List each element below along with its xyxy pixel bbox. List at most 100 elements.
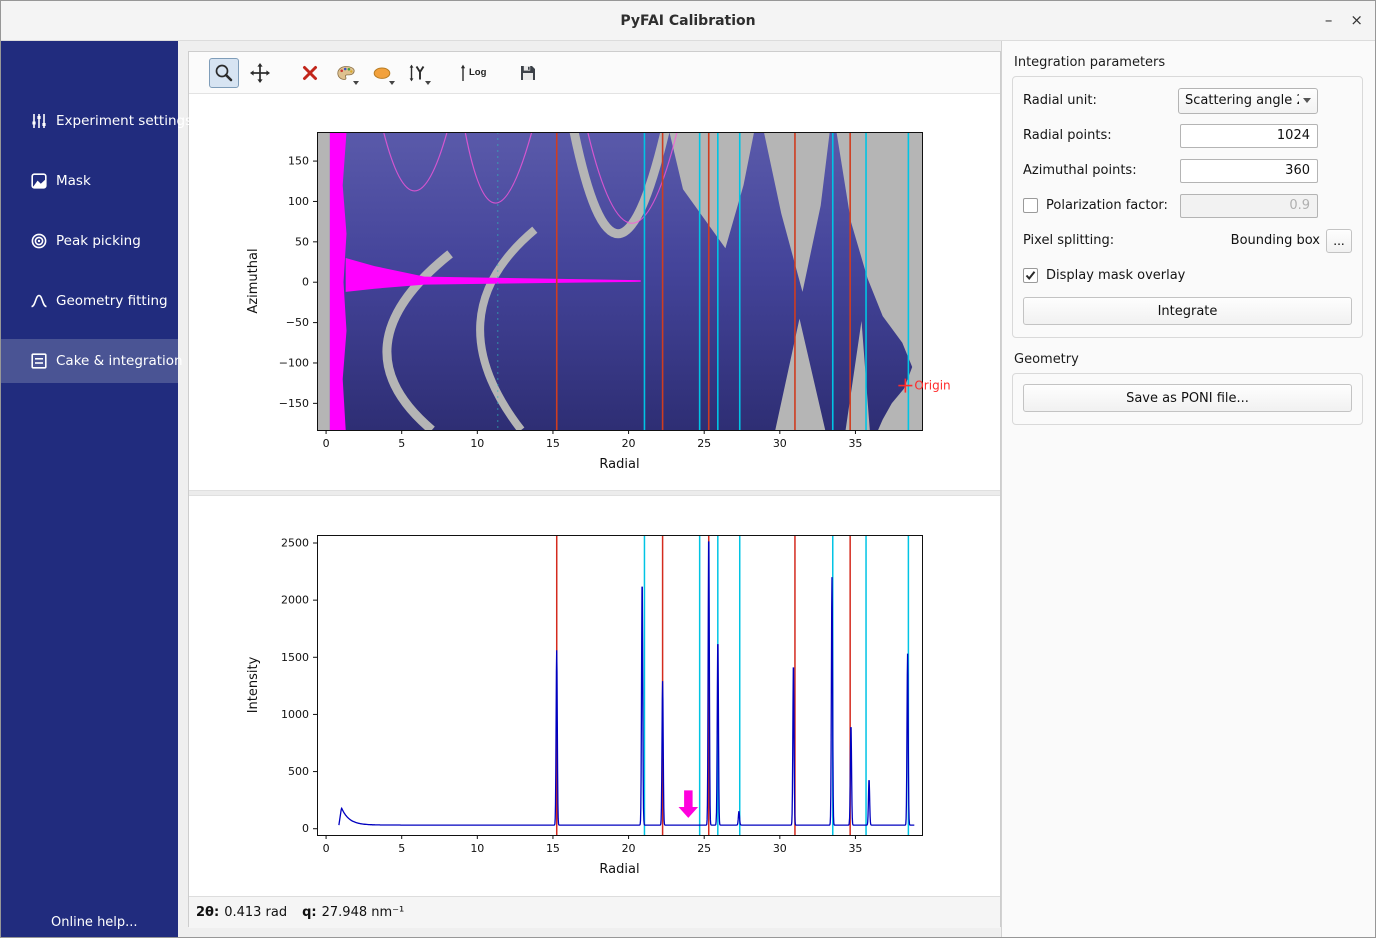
tth-value: 0.413 rad	[224, 905, 287, 920]
mask-overlay-row: Display mask overlay	[1023, 258, 1352, 293]
zoom-button[interactable]	[209, 58, 239, 88]
svg-text:2000: 2000	[281, 594, 309, 607]
svg-text:−50: −50	[286, 316, 309, 329]
log-scale-button[interactable]: Log	[451, 58, 493, 88]
sidebar-item-peak-picking[interactable]: Peak picking	[1, 219, 178, 263]
pan-icon	[249, 62, 271, 84]
check-icon	[1025, 270, 1036, 281]
svg-text:150: 150	[288, 155, 309, 168]
intensity-plot[interactable]: 0510152025303505001000150020002500Radial…	[189, 496, 1000, 896]
svg-text:Origin: Origin	[914, 379, 950, 393]
pyfai-window: PyFAI Calibration – × Experiment setting…	[0, 0, 1376, 938]
zoom-icon	[213, 62, 235, 84]
svg-text:30: 30	[773, 437, 787, 450]
svg-text:5: 5	[398, 842, 405, 855]
integration-parameters-title: Integration parameters	[1014, 55, 1363, 70]
svg-text:2500: 2500	[281, 537, 309, 550]
geometry-title: Geometry	[1014, 352, 1363, 367]
colormap-button[interactable]	[331, 58, 361, 88]
save-poni-button[interactable]: Save as PONI file...	[1023, 384, 1352, 412]
q-label: q:	[302, 905, 317, 920]
y-axis-options-button[interactable]	[403, 58, 433, 88]
svg-text:10: 10	[470, 437, 484, 450]
svg-text:100: 100	[288, 195, 309, 208]
title-bar: PyFAI Calibration – ×	[1, 1, 1375, 41]
svg-text:20: 20	[622, 842, 636, 855]
save-icon	[517, 62, 539, 84]
minimize-button[interactable]: –	[1325, 13, 1333, 28]
polarization-row: Polarization factor:	[1023, 188, 1352, 223]
svg-text:−150: −150	[279, 397, 309, 410]
chevron-down-icon	[1303, 98, 1311, 103]
mask-overlay-checkbox[interactable]	[1023, 268, 1038, 283]
radial-unit-value: Scattering angle 2	[1185, 93, 1299, 108]
sidebar-item-label: Mask	[56, 173, 91, 189]
window-controls: – ×	[1325, 1, 1363, 40]
window-title: PyFAI Calibration	[1, 13, 1375, 29]
chevron-down-icon	[353, 81, 359, 85]
mask-shape-button[interactable]	[367, 58, 397, 88]
pixel-splitting-row: Pixel splitting: Bounding box ...	[1023, 223, 1352, 258]
radial-unit-select[interactable]: Scattering angle 2	[1178, 88, 1318, 114]
pixel-splitting-value: Bounding box	[1231, 233, 1320, 248]
log-label: Log	[469, 67, 486, 78]
svg-text:25: 25	[697, 842, 711, 855]
peak-curve-icon	[30, 292, 48, 310]
intensity-figure: 0510152025303505001000150020002500Radial…	[189, 496, 1000, 896]
azimuthal-points-label: Azimuthal points:	[1023, 163, 1137, 178]
integrate-button[interactable]: Integrate	[1023, 297, 1352, 325]
polarization-checkbox[interactable]	[1023, 198, 1038, 213]
sidebar-item-label: Cake & integration	[56, 353, 183, 369]
svg-text:35: 35	[848, 437, 862, 450]
svg-text:10: 10	[470, 842, 484, 855]
svg-text:30: 30	[773, 842, 787, 855]
close-button[interactable]: ×	[1350, 13, 1363, 28]
cake-integration-icon	[30, 352, 48, 370]
pixel-splitting-more-button[interactable]: ...	[1326, 229, 1352, 253]
target-icon	[30, 232, 48, 250]
pan-button[interactable]	[245, 58, 275, 88]
right-panel: Integration parameters Radial unit: Scat…	[1001, 41, 1375, 937]
svg-text:0: 0	[323, 437, 330, 450]
cake-figure: 05101520253035−150−100−50050100150Radial…	[189, 94, 1000, 490]
log-scale-icon	[458, 62, 468, 84]
sidebar: Experiment settings Mask Peak picking	[1, 41, 178, 937]
sliders-icon	[30, 112, 48, 130]
svg-text:0: 0	[302, 822, 309, 835]
azimuthal-points-input[interactable]	[1180, 159, 1318, 183]
svg-text:1000: 1000	[281, 708, 309, 721]
sidebar-item-mask[interactable]: Mask	[1, 159, 178, 203]
sidebar-item-label: Peak picking	[56, 233, 141, 249]
mask-overlay-label: Display mask overlay	[1046, 268, 1185, 283]
radial-points-row: Radial points:	[1023, 118, 1352, 153]
status-bar: 2θ: 0.413 rad q: 27.948 nm⁻¹	[189, 896, 1000, 928]
radial-points-input[interactable]	[1180, 124, 1318, 148]
save-figure-button[interactable]	[513, 58, 543, 88]
plot-panel: Log 05101520253035−150−100−50050100150Ra…	[188, 51, 1001, 927]
sidebar-item-cake-integration[interactable]: Cake & integration	[1, 339, 178, 383]
svg-text:35: 35	[848, 842, 862, 855]
svg-text:50: 50	[295, 235, 309, 248]
tth-label: 2θ:	[196, 905, 219, 920]
svg-text:Radial: Radial	[599, 862, 639, 877]
clear-markers-button[interactable]	[295, 58, 325, 88]
azimuthal-points-row: Azimuthal points:	[1023, 153, 1352, 188]
svg-text:0: 0	[302, 276, 309, 289]
sidebar-item-label: Experiment settings	[56, 113, 192, 129]
svg-text:Radial: Radial	[599, 457, 639, 472]
pixel-splitting-label: Pixel splitting:	[1023, 233, 1114, 248]
sidebar-item-experiment-settings[interactable]: Experiment settings	[1, 99, 178, 143]
svg-text:0: 0	[323, 842, 330, 855]
online-help-link[interactable]: Online help...	[51, 915, 138, 930]
svg-text:−100: −100	[279, 356, 309, 369]
geometry-group: Save as PONI file...	[1012, 373, 1363, 425]
radial-unit-row: Radial unit: Scattering angle 2	[1023, 83, 1352, 118]
sidebar-item-geometry-fitting[interactable]: Geometry fitting	[1, 279, 178, 323]
svg-text:25: 25	[697, 437, 711, 450]
svg-text:15: 15	[546, 842, 560, 855]
cake-plot[interactable]: 05101520253035−150−100−50050100150Radial…	[189, 94, 1000, 490]
chevron-down-icon	[389, 81, 395, 85]
sidebar-item-label: Geometry fitting	[56, 293, 168, 309]
red-x-icon	[299, 62, 321, 84]
polarization-label: Polarization factor:	[1046, 198, 1168, 213]
